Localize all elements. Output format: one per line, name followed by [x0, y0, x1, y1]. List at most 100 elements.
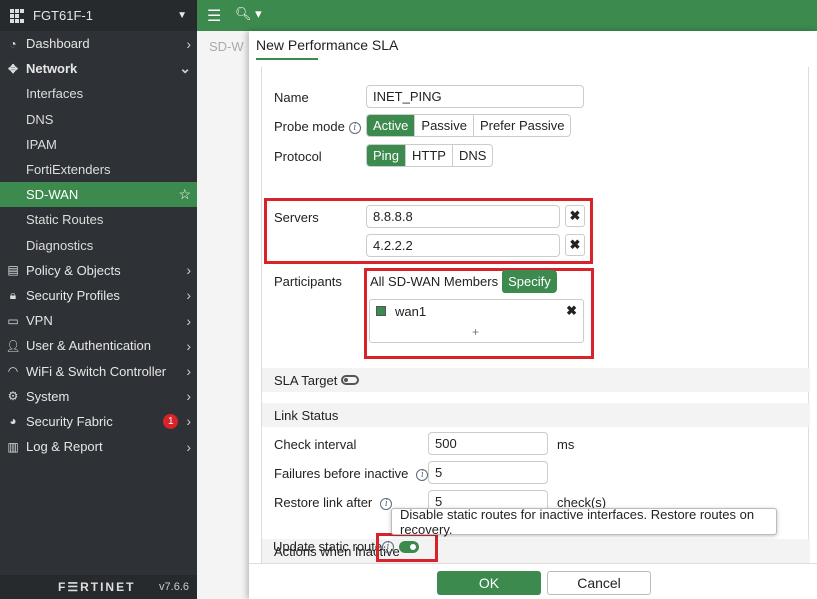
update-route-toggle[interactable] [399, 541, 419, 553]
sidebar-item-label: WiFi & Switch Controller [26, 363, 167, 379]
user-icon: 👤︎ [5, 338, 21, 353]
info-icon[interactable]: i [382, 541, 394, 553]
network-icon: ✥ [7, 61, 19, 76]
check-interval-label: Check interval [274, 437, 357, 452]
sidebar-item-label: User & Authentication [26, 338, 152, 354]
sla-target-row: SLA Target [262, 368, 810, 392]
sidebar-subitem-fortiextenders[interactable]: FortiExtenders [0, 157, 197, 182]
version-label: v7.6.6 [159, 581, 189, 593]
chevron-right-icon: › [186, 35, 191, 52]
cancel-button[interactable]: Cancel [547, 571, 651, 595]
sidebar-item-wifi-switch[interactable]: ◠ WiFi & Switch Controller › [0, 358, 197, 383]
server-input-1[interactable]: 8.8.8.8 [366, 205, 560, 228]
search-icon[interactable]: 🔍︎ ▾ [235, 6, 262, 22]
sidebar-item-user-auth[interactable]: 👤︎ User & Authentication › [0, 333, 197, 358]
failures-input[interactable]: 5 [428, 461, 548, 484]
sidebar-item-label: VPN [26, 313, 53, 329]
server-input-2[interactable]: 4.2.2.2 [366, 234, 560, 257]
protocol-selector: Ping HTTP DNS [366, 144, 494, 167]
participants-all[interactable]: All SD-WAN Members [366, 270, 502, 293]
sidebar-item-dashboard[interactable]: ◔ Dashboard › [0, 31, 197, 56]
sidebar-item-system[interactable]: ⚙ System › [0, 384, 197, 409]
info-icon[interactable]: i [380, 497, 393, 510]
chevron-right-icon: › [186, 337, 191, 354]
add-participant-icon[interactable]: + [472, 325, 479, 339]
restore-label: Restore link after i [274, 495, 393, 510]
probe-mode-selector: Active Passive Prefer Passive [366, 114, 572, 137]
name-label: Name [274, 90, 309, 105]
device-name: FGT61F-1 [33, 8, 93, 23]
probe-mode-prefer-passive[interactable]: Prefer Passive [474, 115, 571, 136]
gear-icon: ⚙ [7, 389, 19, 404]
probe-mode-label: Probe mode i [274, 119, 361, 134]
check-interval-unit: ms [557, 437, 575, 452]
participant-item[interactable]: wan1 [395, 304, 426, 319]
dashboard-icon: ◔ [9, 36, 17, 51]
participants-selector: All SD-WAN Members Specify [366, 270, 557, 293]
fabric-icon: ◕ [9, 414, 17, 429]
sidebar-subitem-ipam[interactable]: IPAM [0, 132, 197, 157]
sidebar: FGT61F-1 ▼ ◔ Dashboard › ✥ Network ⌄ Int… [0, 0, 197, 599]
sidebar-footer: F☰RTINET v7.6.6 [0, 575, 197, 599]
menu-icon[interactable]: ☰ [207, 6, 221, 26]
sidebar-item-label: Dashboard [26, 36, 90, 52]
name-input[interactable]: INET_PING [366, 85, 584, 108]
remove-participant-icon[interactable]: ✖ [566, 303, 577, 319]
protocol-ping[interactable]: Ping [367, 145, 407, 166]
remove-server-2-icon[interactable]: ✖ [565, 234, 585, 256]
sidebar-item-policy-objects[interactable]: ▤ Policy & Objects › [0, 258, 197, 283]
failures-text: Failures before inactive [274, 466, 409, 481]
chevron-right-icon: › [186, 438, 191, 455]
restore-text: Restore link after [274, 495, 373, 510]
background-page: SD-W [197, 31, 251, 599]
chevron-right-icon: › [186, 413, 191, 430]
chart-icon: ▥ [7, 439, 19, 454]
sidebar-item-network[interactable]: ✥ Network ⌄ [0, 56, 197, 81]
interface-icon [376, 306, 386, 316]
fortigate-logo-icon [10, 9, 25, 23]
sidebar-item-label: System [26, 388, 70, 404]
participants-list: wan1 ✖ + [369, 299, 584, 343]
check-interval-input[interactable]: 500 [428, 432, 548, 455]
info-icon[interactable]: i [348, 121, 361, 134]
sidebar-item-security-profiles[interactable]: 🔒︎ Security Profiles › [0, 283, 197, 308]
sidebar-item-security-fabric[interactable]: ◕ Security Fabric 1 › [0, 409, 197, 434]
monitor-icon: ▭ [7, 313, 19, 328]
chevron-down-icon: ▼ [177, 10, 187, 21]
background-page-title: SD-W [209, 39, 244, 54]
sla-target-toggle[interactable] [341, 375, 359, 385]
chevron-right-icon: › [186, 388, 191, 405]
ok-button[interactable]: OK [437, 571, 541, 595]
protocol-dns[interactable]: DNS [453, 145, 492, 166]
sidebar-subitem-label: SD-WAN [26, 187, 79, 203]
probe-mode-active[interactable]: Active [367, 115, 416, 136]
dialog-title: New Performance SLA [249, 31, 817, 60]
dialog-body: Name INET_PING Probe mode i Active Passiv… [261, 67, 810, 563]
sidebar-item-vpn[interactable]: ▭ VPN › [0, 308, 197, 333]
sidebar-subitem-diagnostics[interactable]: Diagnostics [0, 233, 197, 258]
notification-badge: 1 [163, 413, 179, 429]
device-selector[interactable]: FGT61F-1 ▼ [0, 0, 197, 31]
chevron-down-icon: ⌄ [179, 60, 191, 77]
chevron-right-icon: › [186, 312, 191, 329]
sidebar-item-label: Network [26, 61, 78, 77]
probe-mode-passive[interactable]: Passive [415, 115, 474, 136]
sidebar-item-log-report[interactable]: ▥ Log & Report › [0, 434, 197, 459]
update-route-label: Update static route [273, 539, 383, 554]
link-status-header: Link Status [262, 403, 810, 427]
protocol-label: Protocol [274, 149, 322, 164]
protocol-http[interactable]: HTTP [406, 145, 453, 166]
lock-icon: 🔒︎ [9, 287, 17, 302]
star-icon[interactable]: ☆ [178, 186, 191, 203]
top-bar: ☰ 🔍︎ ▾ [197, 0, 817, 31]
sidebar-subitem-sdwan[interactable]: SD-WAN ☆ [0, 182, 197, 208]
remove-server-1-icon[interactable]: ✖ [565, 205, 585, 227]
participants-label: Participants [274, 274, 342, 289]
info-icon[interactable]: i [416, 468, 429, 481]
sidebar-subitem-dns[interactable]: DNS [0, 107, 197, 132]
sidebar-subitem-static-routes[interactable]: Static Routes [0, 207, 197, 232]
sidebar-item-label: Security Profiles [26, 287, 120, 303]
sidebar-subitem-interfaces[interactable]: Interfaces [0, 81, 197, 106]
participants-specify[interactable]: Specify [502, 270, 557, 293]
fortinet-logo: F☰RTINET [58, 580, 136, 594]
